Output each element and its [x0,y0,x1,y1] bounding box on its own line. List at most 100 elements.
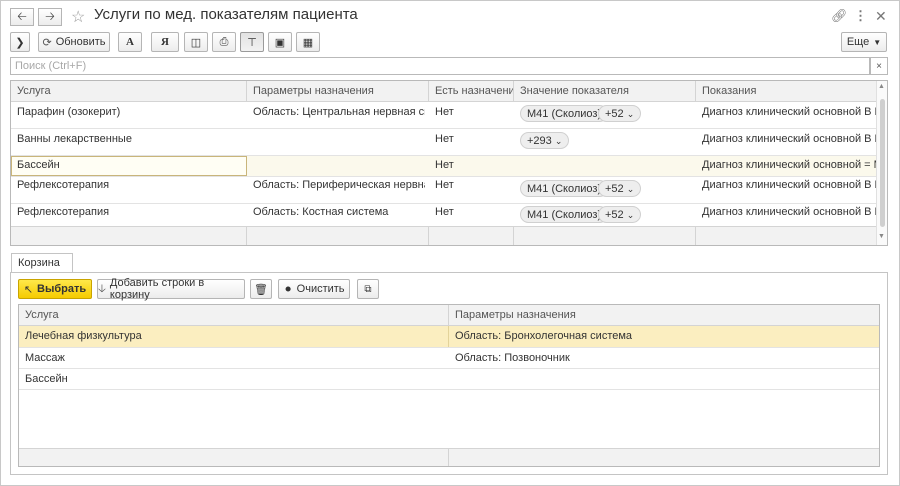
cell-params: Область: Костная система [253,206,389,218]
indicator-tag[interactable]: M41 (Сколиоз) [520,206,609,223]
table-row-selected[interactable]: Лечебная физкультура Область: Бронхолего… [19,326,879,348]
cell-indications: Диагноз клинический основной В M4 [702,206,877,218]
cell-params: Область: Позвоночник [455,352,570,364]
font-ya-label: Я [161,36,169,48]
cell-params: Область: Периферическая нервная си [253,179,425,191]
footer-cell [19,449,449,466]
chevron-down-icon: ⌄ [626,210,635,220]
chevron-down-icon: ⌄ [626,184,635,194]
refresh-icon: ⟳ [42,36,52,49]
table-footer [11,226,877,245]
copy-button[interactable]: ⧉ [357,279,379,299]
layout-button[interactable]: ▦ [296,32,320,52]
scroll-down-icon[interactable]: ▼ [878,233,885,240]
pin-button[interactable]: ⊤ [240,32,264,52]
indicator-tag[interactable]: M41 (Сколиоз) [520,180,609,197]
chevron-down-icon: ⌄ [626,109,635,119]
more-count: +52 [605,108,624,120]
add-rows-to-basket-button[interactable]: 🡣 Добавить строки в корзину [97,277,245,301]
more-values-tag[interactable]: +52 ⌄ [598,180,642,197]
cell-service: Лечебная физкультура [19,326,449,347]
add-rows-label: Добавить строки в корзину [109,277,205,301]
table-header: Услуга Параметры назначения Есть назначе… [11,81,877,102]
column-header-has-appointments[interactable]: Есть назначения [429,81,514,102]
panel-button[interactable]: ▣ [268,32,292,52]
toolbar: ❯ ⟳ Обновить A Я ◫ ⎙ ⊤ ▣ ▦ Еще ▼ [1,32,899,54]
table-row[interactable]: Массаж Область: Позвоночник [19,348,879,369]
columns-icon: ◫ [190,36,202,49]
column-header-service[interactable]: Услуга [11,81,247,102]
column-header-indicator-value[interactable]: Значение показателя [514,81,696,102]
more-values-tag[interactable]: +52 ⌄ [598,206,642,223]
link-icon[interactable]: 🔗︎ [831,8,848,24]
scrollbar-thumb[interactable] [880,99,885,227]
column-header-params[interactable]: Параметры назначения [247,81,429,102]
more-count: +52 [605,183,624,195]
close-icon[interactable]: ✕ [875,8,887,25]
cell-service: Массаж [25,352,65,364]
cell-params: Область: Центральная нервная систе [253,106,425,118]
cell-params [449,369,879,389]
tab-basket[interactable]: Корзина (3) [11,253,73,288]
table-row[interactable]: Ванны лекарственные Нет +293 ⌄ Диагноз к… [11,129,877,156]
font-a-label: A [126,36,134,48]
cell-service: Рефлексотерапия [17,206,110,218]
table-header: Услуга Параметры назначения [19,305,879,326]
refresh-label: Обновить [55,36,106,48]
column-header-params[interactable]: Параметры назначения [449,305,879,326]
copy-icon: ⧉ [364,283,372,295]
table-row[interactable]: Рефлексотерапия Область: Периферическая … [11,177,877,204]
table-row[interactable]: Бассейн [19,369,879,390]
clear-button[interactable]: ⚫︎ Очистить [278,279,350,299]
select-button[interactable]: ↖ Выбрать [18,279,92,299]
more-values-tag[interactable]: +293 ⌄ [520,132,570,149]
footer-cell [429,227,514,245]
footer-cell [11,227,247,245]
cell-service-editing[interactable]: Бассейн [11,156,247,176]
arrow-right-icon: 🡢 [45,8,55,23]
font-increase-button[interactable]: A [118,32,142,52]
services-table: Услуга Параметры назначения Есть назначе… [10,80,888,246]
more-label: Еще [846,36,870,48]
cell-has-appointments: Нет [435,133,454,145]
refresh-button[interactable]: ⟳ Обновить [38,32,110,52]
table-row-current[interactable]: Бассейн Нет Диагноз клинический основной… [11,156,877,177]
column-header-service[interactable]: Услуга [19,305,449,326]
forward-button[interactable]: 🡢 [38,8,62,26]
cell-service: Ванны лекарственные [17,133,132,145]
table-footer [19,448,879,466]
column-header-indications[interactable]: Показания [696,81,877,102]
delete-button[interactable]: 🗑︎ [250,279,272,299]
cell-indications: Диагноз клинический основной = M4 [702,159,877,171]
cell-has-appointments: Нет [435,106,454,118]
print-button[interactable]: ⎙ [212,32,236,52]
panel-icon: ▣ [274,36,286,49]
more-button[interactable]: Еще ▼ [841,32,887,52]
more-values-tag[interactable]: +52 ⌄ [598,105,642,122]
caret-down-icon: ▼ [873,37,882,47]
cell-has-appointments: Нет [435,159,454,171]
footer-cell [514,227,696,245]
cell-service: Рефлексотерапия [17,179,110,191]
indicator-tag[interactable]: M41 (Сколиоз) [520,105,609,122]
scroll-up-icon[interactable]: ▲ [878,83,885,90]
search-input[interactable] [10,57,870,75]
table-row[interactable]: Парафин (озокерит) Область: Центральная … [11,102,877,129]
chevron-right-icon: ❯ [15,36,25,49]
minus-circle-icon: ⚫︎ [283,283,293,296]
nav-toggle-button[interactable]: ❯ [10,32,30,52]
kebab-menu-icon[interactable]: ⋮ [854,8,867,24]
table-row[interactable]: Рефлексотерапия Область: Костная система… [11,204,877,226]
font-decrease-button[interactable]: Я [151,32,179,52]
star-icon[interactable]: ☆ [71,7,85,27]
vertical-scrollbar[interactable]: ▲ ▼ [876,81,887,245]
select-label: Выбрать [37,283,87,295]
cell-params [247,129,425,155]
back-button[interactable]: 🡠 [10,8,34,26]
title-bar: 🡠 🡢 ☆ Услуги по мед. показателям пациент… [1,1,899,31]
cell-params: Область: Бронхолегочная система [455,330,633,342]
cell-indications: Диагноз клинический основной В M4 [702,179,877,191]
cell-has-appointments: Нет [435,206,454,218]
columns-button[interactable]: ◫ [184,32,208,52]
search-clear-button[interactable]: × [870,57,888,75]
